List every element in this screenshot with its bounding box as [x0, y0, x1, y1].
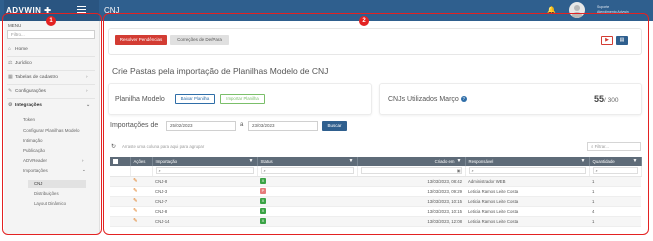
callout-frame-sidebar	[2, 13, 102, 235]
callout-badge-2: 2	[359, 16, 369, 26]
callout-badge-1: 1	[46, 16, 56, 26]
callout-frame-main	[103, 13, 649, 235]
